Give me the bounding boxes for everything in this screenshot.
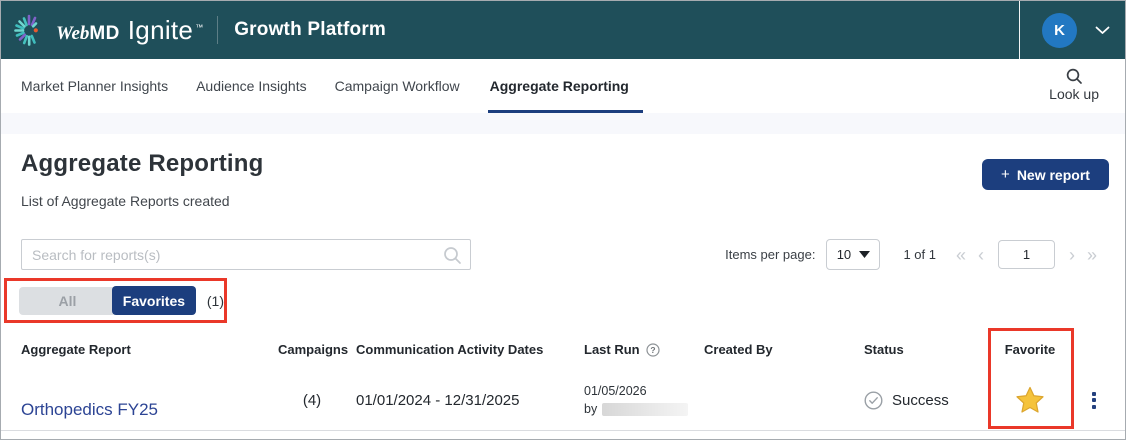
new-report-label: New report <box>1016 166 1090 183</box>
star-icon <box>1016 386 1044 413</box>
status-badge: Success <box>892 391 949 409</box>
caret-down-icon <box>859 251 871 258</box>
plus-icon: + <box>1001 166 1010 183</box>
row-kebab-menu[interactable] <box>1092 391 1096 409</box>
last-run-by-label: by <box>584 402 598 416</box>
redacted-user-name <box>602 402 689 416</box>
nav-separator-band <box>1 113 1125 134</box>
search-input[interactable] <box>22 246 442 263</box>
table-header-row: Aggregate Report Campaigns Communication… <box>1 342 1125 357</box>
lookup-button[interactable]: Look up <box>1049 67 1099 102</box>
items-per-page-label: Items per page: <box>725 247 816 262</box>
header-account-area: K <box>1019 1 1125 59</box>
column-header-campaigns: Campaigns <box>278 342 349 357</box>
new-report-button[interactable]: + New report <box>982 159 1109 190</box>
page-subtitle: List of Aggregate Reports created <box>21 193 230 209</box>
favorites-count: (1) <box>206 292 224 309</box>
last-page-button[interactable]: » <box>1081 246 1103 264</box>
report-name-link[interactable]: Orthopedics FY25 <box>1 400 278 420</box>
items-per-page-select[interactable]: 10 <box>826 239 881 270</box>
header-divider <box>1019 1 1020 59</box>
favorite-toggle[interactable] <box>976 385 1084 415</box>
help-icon[interactable]: ? <box>646 342 660 357</box>
items-per-page-value: 10 <box>836 247 852 262</box>
last-run-cell: 01/05/2026 by <box>574 382 694 418</box>
tab-aggregate-reporting[interactable]: Aggregate Reporting <box>487 59 643 113</box>
annotation-box-favorites-toggle: All Favorites (1) <box>4 278 227 323</box>
primary-nav: Market Planner Insights Audience Insight… <box>1 59 1125 113</box>
filter-favorites-button[interactable]: Favorites <box>111 286 196 315</box>
app-window: Web MD Ignite ™ Growth Platform K Market Pl… <box>0 0 1126 440</box>
filter-all-button[interactable]: All <box>19 286 116 315</box>
page-title: Aggregate Reporting <box>21 150 264 177</box>
column-header-status: Status <box>864 342 904 357</box>
brand-web: Web <box>56 22 90 44</box>
first-page-button[interactable]: « <box>950 246 972 264</box>
search-icon <box>1049 67 1099 85</box>
brand-wordmark: Web MD Ignite ™ <box>56 15 203 46</box>
column-header-created-by: Created By <box>704 342 773 357</box>
column-header-aggregate-report: Aggregate Report <box>21 342 131 357</box>
svg-text:?: ? <box>650 345 655 355</box>
brand-ignite: Ignite <box>127 14 194 45</box>
lookup-label: Look up <box>1049 86 1099 102</box>
tab-market-planner-insights[interactable]: Market Planner Insights <box>21 59 168 113</box>
tab-campaign-workflow[interactable]: Campaign Workflow <box>335 59 460 113</box>
account-chevron-down-icon[interactable] <box>1095 26 1110 35</box>
page-info: 1 of 1 <box>903 247 936 262</box>
brand-md: MD <box>89 22 120 44</box>
column-header-favorite: Favorite <box>1004 342 1056 357</box>
campaigns-count: (4) <box>302 391 322 409</box>
success-check-icon <box>864 390 883 410</box>
avatar[interactable]: K <box>1042 12 1077 48</box>
brand-divider <box>217 16 219 44</box>
search-icon <box>442 245 462 265</box>
column-header-communication-activity-dates: Communication Activity Dates <box>356 342 544 357</box>
list-controls: Items per page: 10 1 of 1 « ‹ › » <box>725 239 1103 270</box>
brand-trademark: ™ <box>195 22 204 32</box>
pager: « ‹ › » <box>950 240 1103 269</box>
next-page-button[interactable]: › <box>1063 246 1081 264</box>
column-header-last-run: Last Run ? <box>574 342 694 357</box>
last-run-label: Last Run <box>584 342 640 357</box>
platform-title: Growth Platform <box>234 19 387 40</box>
table-row: Orthopedics FY25 (4) 01/01/2024 - 12/31/… <box>1 370 1125 431</box>
communication-activity-dates: 01/01/2024 - 12/31/2025 <box>356 391 520 409</box>
app-header: Web MD Ignite ™ Growth Platform K <box>1 1 1125 59</box>
report-search <box>21 239 471 270</box>
page-number-input[interactable] <box>997 240 1055 269</box>
last-run-date: 01/05/2026 <box>584 383 647 398</box>
previous-page-button[interactable]: ‹ <box>972 246 990 264</box>
webmd-ignite-logo-icon <box>14 14 38 46</box>
status-cell: Success <box>854 390 976 410</box>
tab-audience-insights[interactable]: Audience Insights <box>196 59 307 113</box>
